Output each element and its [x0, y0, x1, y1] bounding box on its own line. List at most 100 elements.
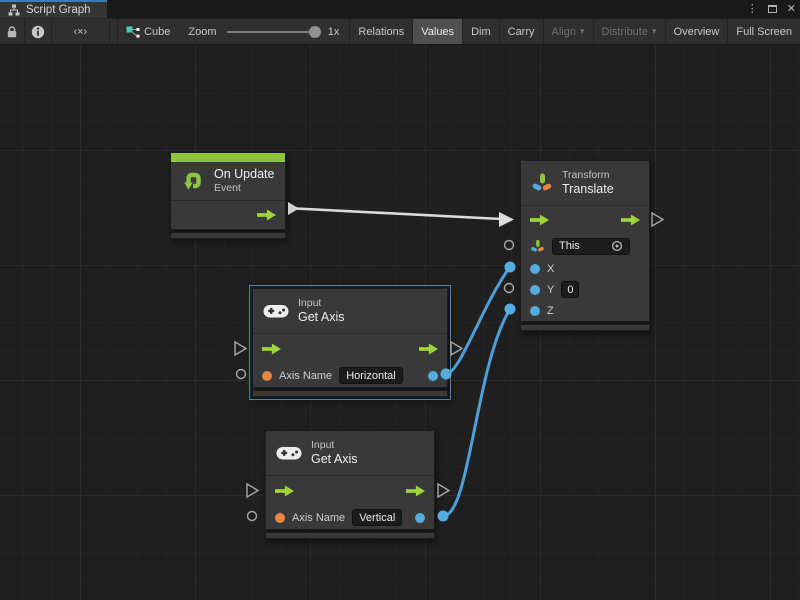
axis-name-field[interactable]: Vertical — [352, 509, 402, 526]
exec-wire-end-arrow — [499, 212, 514, 227]
exec-input-port[interactable] — [275, 485, 294, 498]
maximize-icon[interactable] — [768, 5, 777, 13]
node-get-axis-h-titles: Input Get Axis — [298, 297, 345, 325]
titlebar: Script Graph ⋮ ✕ — [0, 0, 800, 18]
script-graph-window: Script Graph ⋮ ✕ ‹×› — [0, 0, 800, 600]
result-output-port[interactable] — [415, 513, 425, 523]
node-get-axis-vertical[interactable]: Input Get Axis Axis Name Vertical — [265, 430, 435, 539]
node-get-axis-v-header: Input Get Axis — [266, 431, 434, 476]
toolbar-spacer — [110, 19, 118, 44]
get-axis-v-exec-row — [266, 476, 434, 506]
translate-exec-row — [521, 206, 649, 234]
node-on-update-header: On Update Event — [171, 162, 285, 201]
node-get-axis-h-header: Input Get Axis — [253, 289, 447, 334]
toolbar-button-distribute[interactable]: Distribute — [594, 19, 666, 44]
dropdown-arrow-icon — [580, 26, 585, 38]
graph-canvas[interactable]: On Update Event — [0, 45, 800, 600]
node-translate[interactable]: Transform Translate This — [520, 160, 650, 331]
node-get-axis-h-body: Input Get Axis Axis Name Horizontal — [252, 288, 448, 388]
wire-vertical-to-z[interactable] — [443, 309, 510, 516]
lock-button[interactable] — [0, 19, 25, 44]
axis-name-input-port[interactable] — [262, 371, 272, 381]
target-object-field[interactable]: This — [552, 238, 630, 255]
axis-name-port-marker[interactable] — [237, 370, 246, 379]
y-input-port[interactable] — [530, 285, 540, 295]
x-port-marker-connected[interactable] — [505, 262, 516, 273]
axis-name-label: Axis Name — [279, 370, 332, 382]
get-axis-h-exec-row — [253, 334, 447, 364]
toolbar-button-dim[interactable]: Dim — [463, 19, 500, 44]
exec-output-port[interactable] — [419, 343, 438, 356]
exec-input-port[interactable] — [262, 343, 281, 356]
node-title: On Update — [214, 167, 274, 182]
axis-name-port-marker[interactable] — [248, 512, 257, 521]
result-output-port[interactable] — [428, 371, 438, 381]
target-port-marker[interactable] — [505, 241, 514, 250]
result-port-marker-connected[interactable] — [438, 511, 449, 522]
node-get-axis-v-body: Input Get Axis Axis Name Vertical — [265, 430, 435, 530]
z-port-marker-connected[interactable] — [505, 304, 516, 315]
graph-owner-label: Cube — [144, 26, 170, 38]
exec-in-marker[interactable] — [235, 342, 246, 355]
graph-hierarchy-icon — [8, 4, 20, 16]
graph-toolbar: ‹×› Cube Zoom 1x Relations Values Dim Ca… — [0, 18, 800, 45]
exec-output-port[interactable] — [257, 209, 276, 222]
exec-in-marker[interactable] — [247, 484, 258, 497]
toolbar-button-overview[interactable]: Overview — [666, 19, 729, 44]
toolbar-button-values[interactable]: Values — [413, 19, 463, 44]
angle-cross-icon: ‹×› — [73, 26, 87, 38]
toolbar-button-relations[interactable]: Relations — [350, 19, 413, 44]
x-input-port[interactable] — [530, 264, 540, 274]
object-picker-icon[interactable] — [611, 240, 623, 252]
x-port-label: X — [547, 263, 554, 275]
wire-horizontal-to-x[interactable] — [446, 267, 510, 374]
info-button[interactable] — [25, 19, 52, 44]
node-get-axis-horizontal[interactable]: Input Get Axis Axis Name Horizontal — [252, 288, 448, 397]
node-on-update-titles: On Update Event — [214, 167, 274, 195]
z-input-port[interactable] — [530, 306, 540, 316]
node-on-update-body: On Update Event — [170, 152, 286, 230]
node-title: Get Axis — [298, 310, 345, 325]
exec-input-port[interactable] — [530, 214, 549, 227]
exec-output-port[interactable] — [621, 214, 640, 227]
exec-connection-wire[interactable] — [296, 209, 501, 220]
node-on-update[interactable]: On Update Event — [170, 152, 286, 239]
y-value-field[interactable]: 0 — [561, 281, 579, 298]
get-axis-v-value-row: Axis Name Vertical — [266, 506, 434, 529]
graph-owner-button[interactable]: Cube — [118, 19, 178, 44]
on-update-loop-icon — [181, 169, 205, 193]
graph-node-icon — [126, 25, 140, 39]
toolbar-button-fullscreen[interactable]: Full Screen — [728, 19, 800, 44]
axis-name-input-port[interactable] — [275, 513, 285, 523]
exec-wire-start-arrow — [288, 202, 299, 215]
node-footer — [252, 390, 448, 397]
transform-axes-icon — [531, 172, 553, 194]
zoom-value: 1x — [328, 26, 340, 38]
node-get-axis-v-titles: Input Get Axis — [311, 439, 358, 467]
axis-name-field[interactable]: Horizontal — [339, 367, 403, 384]
translate-target-row: This — [521, 234, 649, 258]
exec-output-port[interactable] — [406, 485, 425, 498]
exec-out-marker[interactable] — [451, 342, 462, 355]
gamepad-icon — [263, 302, 289, 320]
exec-out-marker[interactable] — [438, 484, 449, 497]
zoom-slider[interactable] — [227, 31, 318, 33]
exec-out-marker[interactable] — [652, 213, 663, 226]
window-controls: ⋮ ✕ — [747, 0, 796, 18]
toolbar-button-carry[interactable]: Carry — [500, 19, 544, 44]
transform-mini-icon — [530, 239, 545, 254]
y-port-marker[interactable] — [505, 284, 514, 293]
node-footer — [265, 532, 435, 539]
tab-script-graph[interactable]: Script Graph — [0, 0, 107, 18]
info-icon — [31, 25, 45, 39]
close-icon[interactable]: ✕ — [787, 0, 796, 18]
toolbar-button-align[interactable]: Align — [544, 19, 594, 44]
node-translate-titles: Transform Translate — [562, 169, 614, 197]
zoom-control: Zoom 1x — [178, 19, 350, 44]
translate-x-row: X — [521, 258, 649, 279]
target-object-value: This — [559, 240, 580, 252]
zoom-slider-thumb[interactable] — [309, 26, 321, 38]
menu-icon[interactable]: ⋮ — [747, 0, 758, 18]
collapse-ports-button[interactable]: ‹×› — [52, 19, 110, 44]
node-subtitle: Event — [214, 182, 274, 195]
